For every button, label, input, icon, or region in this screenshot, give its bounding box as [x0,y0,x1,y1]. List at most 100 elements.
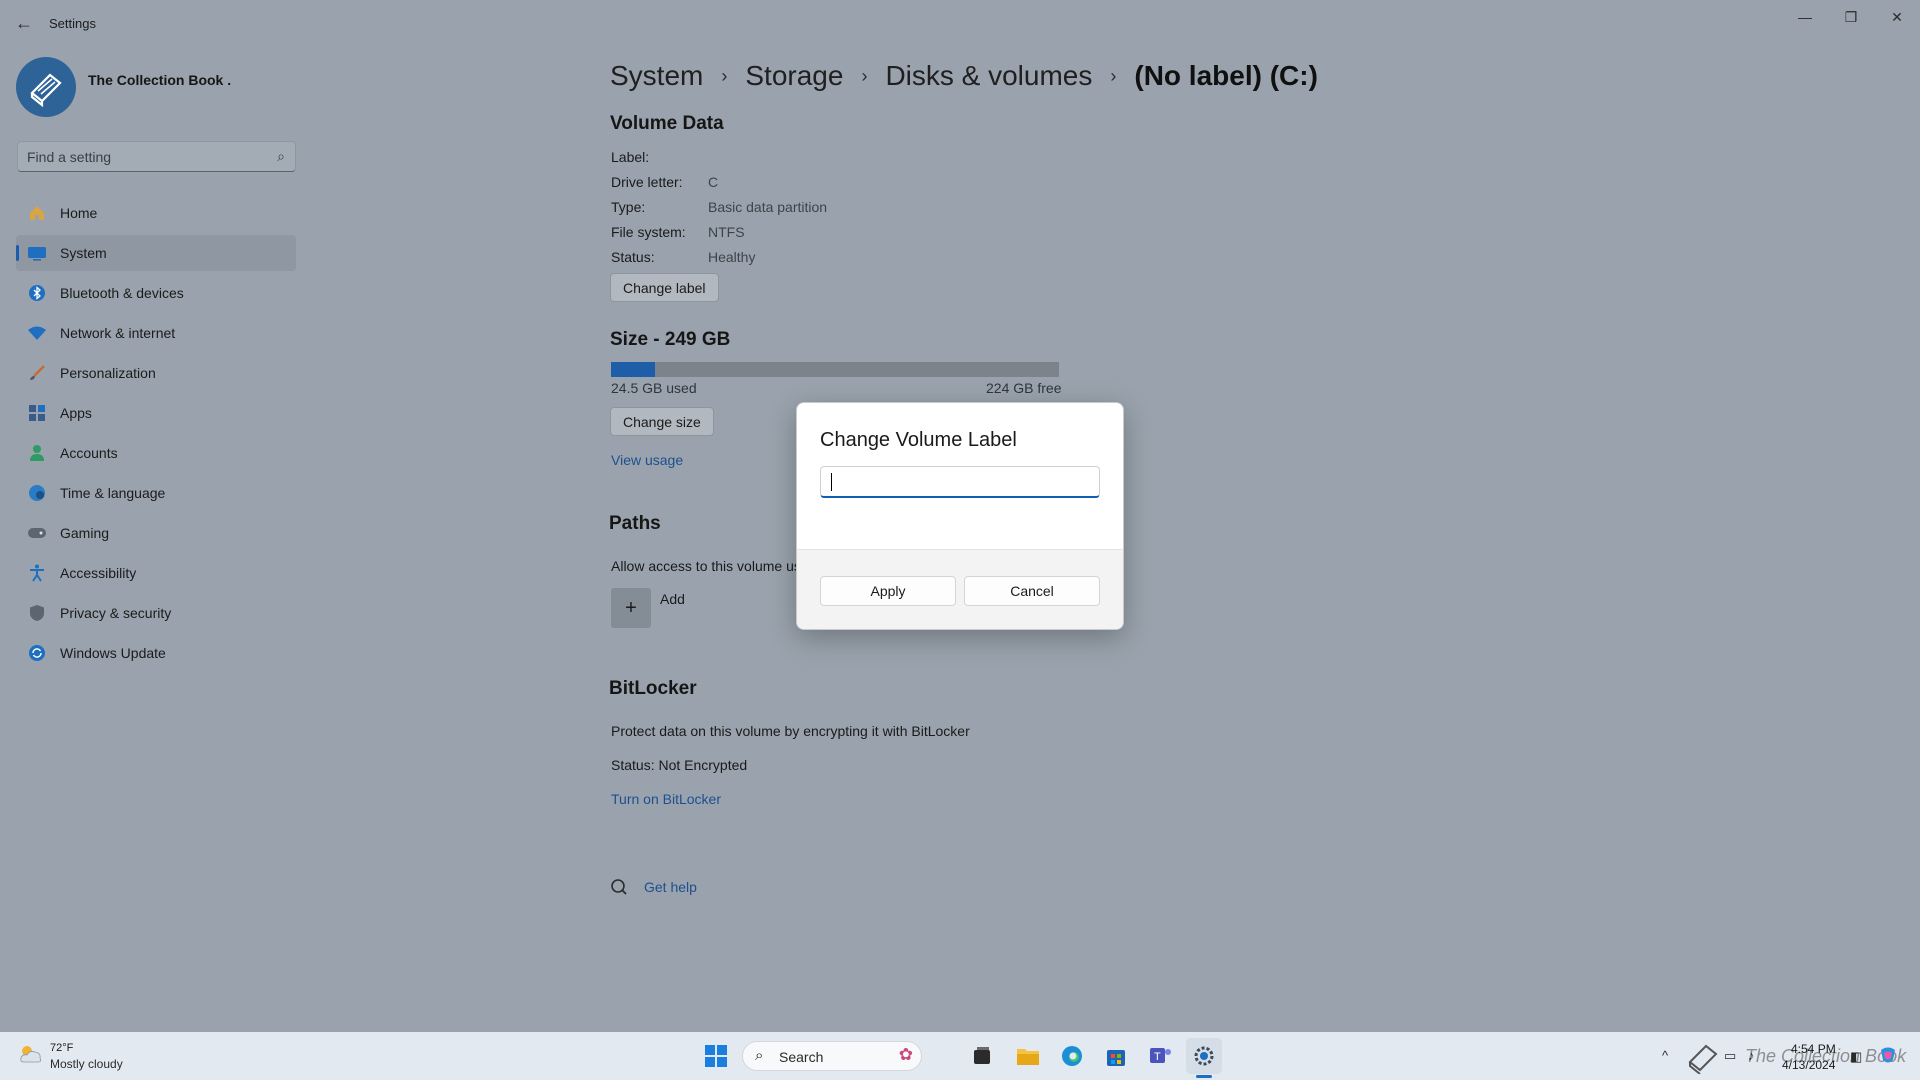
sidebar-item-home[interactable]: Home [16,195,296,231]
taskbar-search-label: Search [779,1049,824,1065]
clock-time[interactable]: 4:54 PM [1791,1042,1836,1056]
search-box[interactable]: ⌕ [17,141,296,172]
breadcrumb: System › Storage › Disks & volumes › (No… [610,56,1318,96]
wifi-icon [26,322,48,344]
back-arrow-icon[interactable]: ← [14,12,34,34]
edge-button[interactable] [1054,1038,1090,1074]
sidebar-item-label: Windows Update [60,645,166,661]
sidebar-item-gaming[interactable]: Gaming [16,515,296,551]
store-button[interactable] [1098,1038,1134,1074]
sidebar-item-bluetooth[interactable]: Bluetooth & devices [16,275,296,311]
chevron-right-icon: › [861,65,868,86]
drive-letter-key: Drive letter: [611,174,683,190]
file-explorer-button[interactable] [1010,1038,1046,1074]
selection-indicator [16,245,19,261]
sidebar-item-system[interactable]: System [16,235,296,271]
settings-taskbar-button[interactable] [1186,1038,1222,1074]
bitlocker-status: Status: Not Encrypted [611,757,748,773]
folder-icon [1017,1049,1039,1065]
task-view-icon [974,1047,990,1064]
avatar[interactable] [16,57,76,117]
apply-button[interactable]: Apply [820,576,956,606]
type-key: Type: [611,199,646,215]
add-icon[interactable]: + [611,588,651,628]
change-label-button[interactable]: Change label [610,273,719,302]
help-chat-icon [610,878,628,896]
notification-icon[interactable]: ◧ [1850,1049,1862,1065]
title-bar [0,0,1920,48]
get-help-link[interactable]: Get help [644,879,697,895]
storage-usage-fill [611,362,655,377]
status-value: Healthy [708,249,756,265]
sidebar-item-apps[interactable]: Apps [16,395,296,431]
search-icon: ⌕ [755,1047,764,1064]
search-input[interactable] [18,142,267,171]
task-view-button[interactable] [964,1038,1000,1074]
breadcrumb-storage[interactable]: Storage [745,60,843,92]
weather-temperature: 72°F [50,1042,74,1054]
search-icon[interactable]: ⌕ [277,148,285,165]
network-icon[interactable]: ▭ [1724,1048,1736,1064]
sidebar-item-accessibility[interactable]: Accessibility [16,555,296,591]
breadcrumb-system[interactable]: System [610,60,703,92]
book-logo-icon [30,73,62,107]
globe-clock-icon [26,482,48,504]
chevron-up-icon[interactable]: ^ [1662,1048,1668,1063]
add-label[interactable]: Add [660,591,685,607]
turn-on-bitlocker-link[interactable]: Turn on BitLocker [611,791,721,807]
edge-browser-icon [1062,1046,1082,1066]
sidebar-item-label: Privacy & security [60,605,172,621]
dialog-footer: Apply Cancel [797,549,1123,629]
label-key: Label: [611,149,650,165]
volume-icon[interactable]: ♪ [1748,1048,1755,1063]
type-value: Basic data partition [708,199,828,215]
bluetooth-icon [26,282,48,304]
teams-button[interactable]: T [1142,1038,1178,1074]
sidebar-item-accounts[interactable]: Accounts [16,435,296,471]
file-system-key: File system: [611,224,686,240]
sidebar-item-label: Personalization [60,365,156,381]
monitor-icon [26,242,48,264]
sidebar-item-label: Accounts [60,445,118,461]
active-app-indicator [1196,1075,1212,1078]
sidebar-item-time-language[interactable]: Time & language [16,475,296,511]
sidebar-item-privacy[interactable]: Privacy & security [16,595,296,631]
storage-usage-bar [611,362,1059,377]
paths-description: Allow access to this volume us [611,558,801,574]
sidebar-item-personalization[interactable]: Personalization [16,355,296,391]
accessibility-icon [26,562,48,584]
view-usage-link[interactable]: View usage [611,452,683,468]
used-label: 24.5 GB used [611,380,697,396]
chevron-right-icon: › [721,65,728,86]
breadcrumb-current: (No label) (C:) [1134,60,1318,91]
start-button[interactable] [698,1038,734,1074]
volume-label-input[interactable] [820,466,1100,498]
sidebar-item-label: Bluetooth & devices [60,285,184,301]
status-key: Status: [611,249,655,265]
app-title: Settings [49,16,96,31]
cancel-button[interactable]: Cancel [964,576,1100,606]
maximize-button[interactable]: ❐ [1828,6,1874,28]
copilot-icon[interactable] [1878,1045,1898,1065]
taskbar-search[interactable]: ⌕ Search ✿ [742,1041,922,1071]
bitlocker-heading: BitLocker [609,678,697,699]
brush-icon [26,362,48,384]
size-heading: Size - 249 GB [610,329,731,350]
teams-icon: T [1150,1048,1171,1063]
gamepad-icon [26,522,48,544]
change-size-button[interactable]: Change size [610,407,714,436]
dialog-title: Change Volume Label [820,429,1017,451]
sidebar-item-label: Home [60,205,98,221]
sidebar-item-label: System [60,245,107,261]
close-button[interactable]: ✕ [1874,6,1920,28]
minimize-button[interactable]: — [1782,6,1828,28]
sidebar-item-network[interactable]: Network & internet [16,315,296,351]
drive-letter-value: C [708,174,719,190]
sidebar-item-windows-update[interactable]: Windows Update [16,635,296,671]
sidebar-item-label: Network & internet [60,325,176,341]
breadcrumb-disks-volumes[interactable]: Disks & volumes [885,60,1092,92]
book-logo-watermark-icon [1686,1040,1720,1075]
cloudy-weather-icon[interactable] [18,1043,44,1065]
clock-date[interactable]: 4/13/2024 [1782,1058,1835,1072]
weather-description: Mostly cloudy [50,1057,123,1071]
